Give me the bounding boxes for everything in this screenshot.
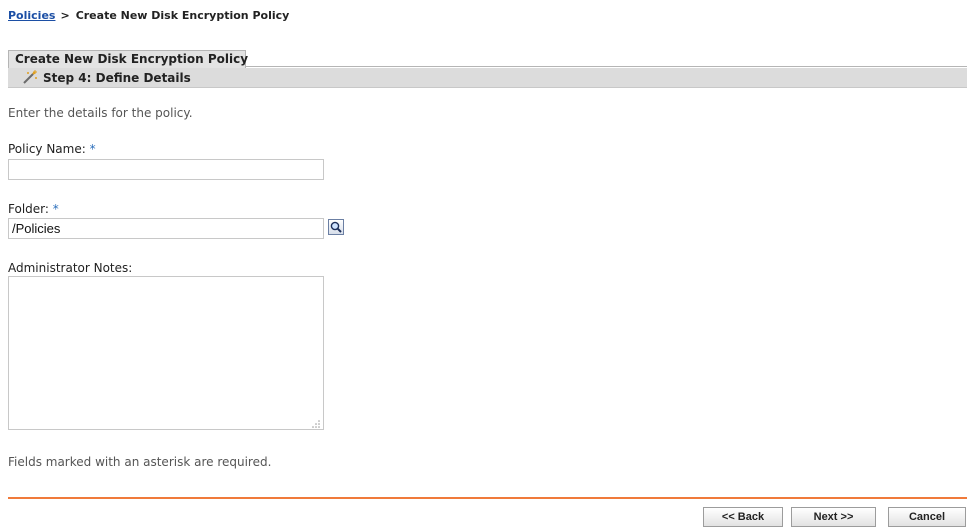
admin-notes-label: Administrator Notes: [8, 261, 133, 275]
cancel-button[interactable]: Cancel [888, 507, 966, 527]
intro-text: Enter the details for the policy. [8, 106, 193, 120]
breadcrumb: Policies > Create New Disk Encryption Poli… [8, 9, 289, 22]
wizard-wand-icon [22, 70, 38, 84]
admin-notes-textarea[interactable] [8, 276, 324, 430]
required-mark: * [89, 142, 96, 156]
wizard-title-tab: Create New Disk Encryption Policy [8, 50, 248, 68]
breadcrumb-policies-link[interactable]: Policies [8, 9, 55, 22]
folder-browse-button[interactable] [328, 219, 344, 235]
required-fields-note: Fields marked with an asterisk are requi… [8, 455, 272, 469]
policy-name-label-text: Policy Name: [8, 142, 86, 156]
step-header: Step 4: Define Details [8, 68, 967, 88]
resize-grip-icon[interactable] [311, 418, 321, 428]
next-button[interactable]: Next >> [791, 507, 876, 527]
breadcrumb-current: Create New Disk Encryption Policy [75, 9, 290, 22]
folder-label-text: Folder: [8, 202, 49, 216]
back-button[interactable]: << Back [703, 507, 783, 527]
step-label: Step 4: Define Details [43, 71, 191, 85]
required-mark: * [52, 202, 59, 216]
magnifier-icon [329, 221, 343, 237]
folder-input[interactable] [8, 218, 324, 239]
folder-label: Folder: * [8, 202, 59, 216]
breadcrumb-separator: > [60, 9, 70, 22]
policy-name-label: Policy Name: * [8, 142, 96, 156]
policy-name-input[interactable] [8, 159, 324, 180]
footer-divider [8, 497, 967, 499]
wizard-tab-rule [246, 66, 967, 67]
